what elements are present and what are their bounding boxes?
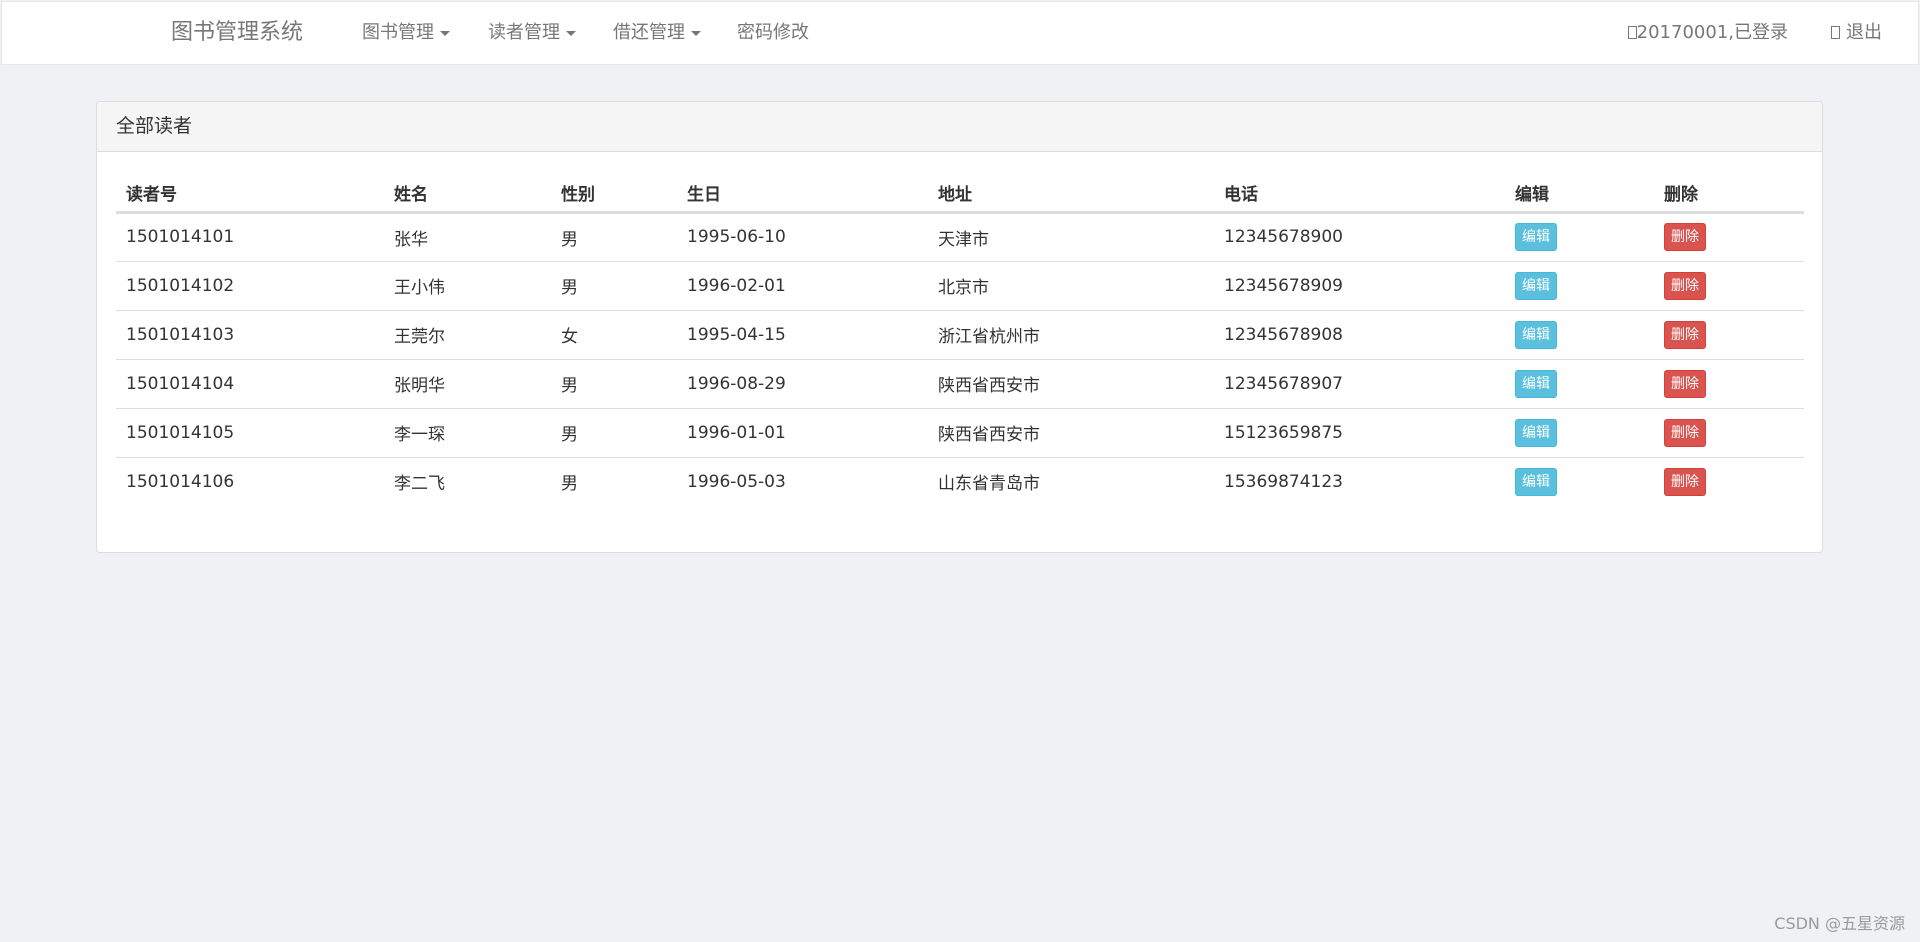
cell-birthday: 1995-06-10 [687,227,786,247]
delete-button[interactable]: 删除 [1664,271,1706,300]
cell-birthday: 1996-02-01 [677,260,928,310]
cell-delete: 删除 [1654,407,1804,457]
cell-birthday: 1995-04-15 [677,309,928,359]
column-header-name: 姓名 [384,170,551,214]
cell-phone: 15369874123 [1214,456,1505,506]
cell-edit: 编辑 [1505,456,1654,506]
cell-delete: 删除 [1654,260,1804,310]
cell-phone: 12345678900 [1224,227,1343,247]
column-header-birthday: 生日 [677,170,928,214]
column-header-reader-id: 读者号 [116,170,384,214]
cell-address: 陕西省西安市 [928,407,1214,457]
nav-reader-management-label: 读者管理 [488,22,560,43]
cell-birthday: 1996-05-03 [677,456,928,506]
cell-delete: 删除 [1654,309,1804,359]
cell-phone: 12345678909 [1214,260,1505,310]
table-row: 1501014104 张明华 男 1996-08-29 陕西省西安市 12345… [116,358,1804,408]
brand-title[interactable]: 图书管理系统 [171,2,303,64]
column-header-phone: 电话 [1214,170,1505,214]
cell-gender: 女 [551,309,677,359]
panel-body: 读者号 姓名 性别 生日 地址 电话 编辑 删除 1501014101 张华 男… [97,152,1822,506]
logout-label: 退出 [1846,22,1882,43]
cell-edit: 编辑 [1505,309,1654,359]
table-row: 1501014101 张华 男 1995-06-10 天津市 123456789… [116,212,1804,261]
cell-address: 陕西省西安市 [928,358,1214,408]
cell-reader-id: 1501014106 [116,456,384,506]
readers-table: 读者号 姓名 性别 生日 地址 电话 编辑 删除 1501014101 张华 男… [116,170,1804,506]
cell-address: 天津市 [938,229,989,250]
delete-button[interactable]: 删除 [1664,223,1706,251]
caret-down-icon [691,30,701,36]
cell-gender: 男 [551,407,677,457]
table-row: 1501014102 王小伟 男 1996-02-01 北京市 12345678… [116,260,1804,310]
cell-address: 浙江省杭州市 [928,309,1214,359]
cell-edit: 编辑 [1505,358,1654,408]
user-status-text: 20170001,已登录 [1636,22,1788,43]
nav-reader-management[interactable]: 读者管理 [488,2,576,64]
cell-gender: 男 [551,456,677,506]
readers-panel: 全部读者 读者号 姓名 性别 生日 地址 电话 编辑 删除 1501014101… [96,101,1823,553]
cell-gender: 男 [551,358,677,408]
watermark: CSDN @五星资源 [1774,914,1905,933]
table-header-row: 读者号 姓名 性别 生日 地址 电话 编辑 删除 [116,170,1804,214]
cell-delete: 删除 [1654,358,1804,408]
delete-button[interactable]: 删除 [1664,467,1706,496]
cell-name: 李二飞 [384,456,551,506]
cell-address: 山东省青岛市 [928,456,1214,506]
cell-edit: 编辑 [1505,407,1654,457]
cell-birthday: 1996-01-01 [677,407,928,457]
cell-edit: 编辑 [1505,260,1654,310]
column-header-delete: 删除 [1654,170,1804,214]
cell-reader-id: 1501014101 [126,227,235,247]
delete-button[interactable]: 删除 [1664,320,1706,349]
table-row: 1501014103 王莞尔 女 1995-04-15 浙江省杭州市 12345… [116,309,1804,359]
user-status[interactable]: 20170001,已登录 [1627,2,1788,64]
top-navbar: 图书管理系统 图书管理 读者管理 借还管理 密码修改 20170001,已登录 … [1,1,1919,65]
cell-reader-id: 1501014104 [116,358,384,408]
nav-password-change-label: 密码修改 [737,22,809,43]
nav-borrow-management[interactable]: 借还管理 [613,2,701,64]
column-header-address: 地址 [928,170,1214,214]
cell-delete: 删除 [1654,212,1804,261]
cell-gender: 男 [561,229,578,250]
nav-book-management-label: 图书管理 [362,22,434,43]
cell-phone: 15123659875 [1214,407,1505,457]
edit-button[interactable]: 编辑 [1515,223,1557,251]
cell-name: 李一琛 [384,407,551,457]
cell-reader-id: 1501014102 [116,260,384,310]
cell-reader-id: 1501014105 [116,407,384,457]
edit-button[interactable]: 编辑 [1515,320,1557,349]
edit-button[interactable]: 编辑 [1515,271,1557,300]
edit-button[interactable]: 编辑 [1515,369,1557,398]
table-row: 1501014106 李二飞 男 1996-05-03 山东省青岛市 15369… [116,456,1804,506]
cell-name: 张明华 [384,358,551,408]
delete-button[interactable]: 删除 [1664,418,1706,447]
panel-title: 全部读者 [97,102,1822,152]
cell-gender: 男 [551,260,677,310]
logout-button[interactable]: 退出 [1831,2,1882,64]
nav-book-management[interactable]: 图书管理 [362,2,450,64]
cell-birthday: 1996-08-29 [677,358,928,408]
table-row: 1501014105 李一琛 男 1996-01-01 陕西省西安市 15123… [116,407,1804,457]
nav-password-change[interactable]: 密码修改 [737,2,809,64]
edit-button[interactable]: 编辑 [1515,467,1557,496]
column-header-gender: 性别 [551,170,677,214]
user-icon [1627,26,1637,39]
nav-borrow-management-label: 借还管理 [613,22,685,43]
logout-icon [1831,26,1841,39]
cell-name: 张华 [394,229,428,250]
edit-button[interactable]: 编辑 [1515,418,1557,447]
cell-name: 王小伟 [384,260,551,310]
cell-edit: 编辑 [1505,212,1654,261]
cell-address: 北京市 [928,260,1214,310]
cell-name: 王莞尔 [384,309,551,359]
delete-button[interactable]: 删除 [1664,369,1706,398]
caret-down-icon [566,30,576,36]
cell-phone: 12345678907 [1214,358,1505,408]
cell-reader-id: 1501014103 [116,309,384,359]
cell-delete: 删除 [1654,456,1804,506]
column-header-edit: 编辑 [1505,170,1654,214]
caret-down-icon [440,30,450,36]
cell-phone: 12345678908 [1214,309,1505,359]
